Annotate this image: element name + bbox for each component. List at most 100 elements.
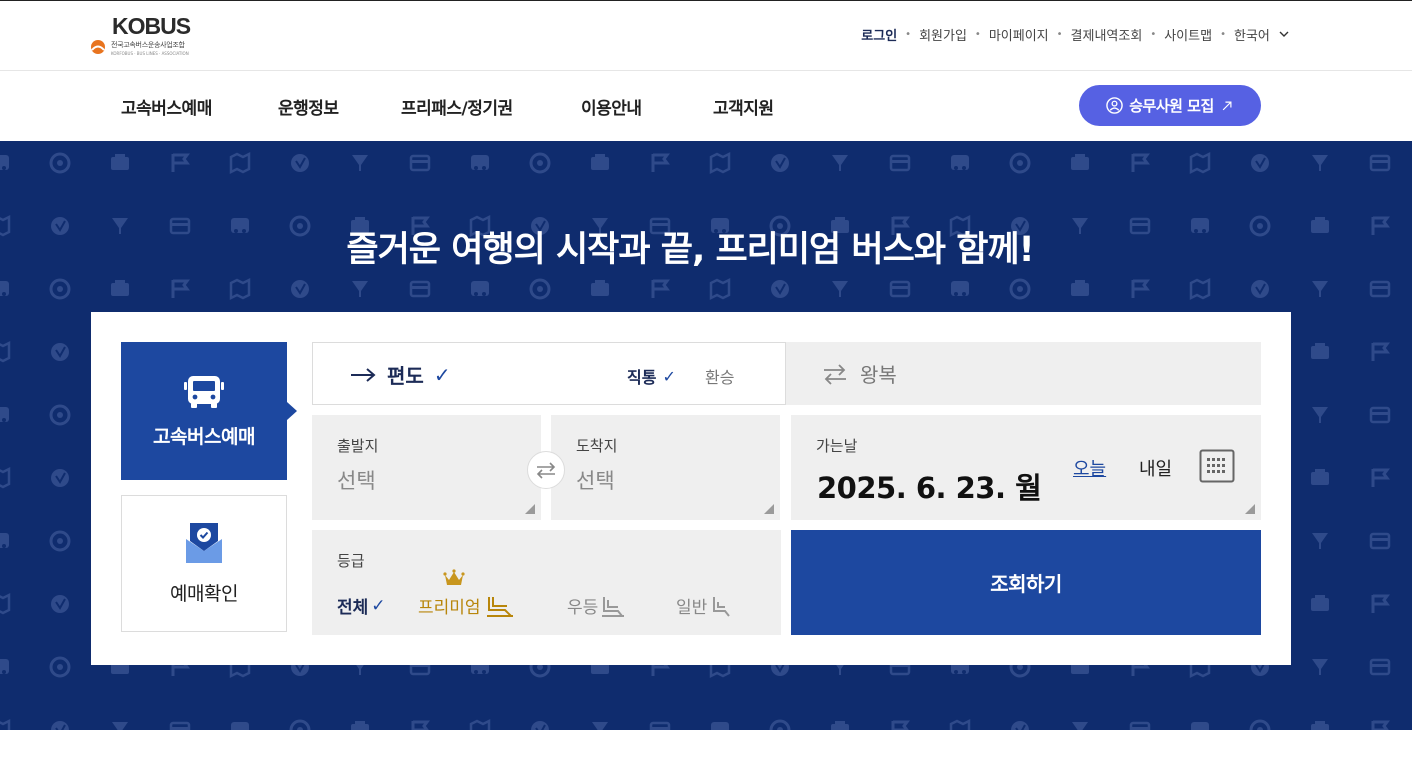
pattern-travel-icon: [352, 155, 368, 171]
pattern-travel-icon: [469, 718, 491, 730]
pattern-travel-icon: [1249, 719, 1271, 730]
grade-premium-option[interactable]: 프리미엄: [418, 593, 515, 618]
departure-field[interactable]: 출발지 선택: [312, 415, 541, 520]
pattern-travel-icon: [1369, 154, 1391, 172]
pattern-travel-icon: [1312, 533, 1328, 549]
pattern-travel-icon: [889, 154, 911, 172]
pattern-travel-icon: [49, 530, 71, 552]
pattern-travel-icon: [771, 154, 789, 172]
nav-item-service-info[interactable]: 운행정보: [278, 94, 339, 119]
checkmark-icon: ✓: [433, 362, 451, 387]
pattern-travel-icon: [591, 154, 609, 170]
grade-all-label: 전체: [337, 598, 369, 618]
language-select[interactable]: 한국어: [1234, 25, 1290, 44]
pattern-travel-icon: [0, 466, 11, 489]
pattern-travel-icon: [1131, 279, 1150, 298]
pattern-travel-icon: [1369, 406, 1391, 424]
pattern-travel-icon: [951, 281, 969, 296]
pattern-travel-icon: [0, 340, 11, 363]
nav-item-support[interactable]: 고객지원: [713, 94, 774, 119]
swap-locations-button[interactable]: [527, 451, 565, 489]
pattern-travel-icon: [711, 722, 729, 730]
logo-wordmark: KOBUS: [112, 13, 191, 40]
tomorrow-button[interactable]: 내일: [1139, 455, 1172, 481]
grade-normal-option[interactable]: 일반: [676, 593, 733, 618]
kobus-logo[interactable]: KOBUS 전국고속버스운송사업조합 KORFOBUS · BUS LINES …: [90, 13, 210, 59]
arrival-label: 도착지: [576, 437, 618, 455]
pattern-travel-icon: [0, 533, 9, 548]
pattern-travel-icon: [51, 595, 69, 613]
pattern-travel-icon: [889, 280, 911, 298]
departure-date-field[interactable]: 가는날 2025. 6. 23. 월 오늘 내일: [791, 415, 1261, 520]
pattern-travel-icon: [289, 719, 311, 730]
departure-value: 선택: [337, 469, 376, 493]
tab-booking-check-label: 예매확인: [170, 583, 238, 605]
pattern-travel-icon: [51, 721, 69, 730]
separator-dot: •: [1056, 29, 1063, 40]
pattern-travel-icon: [0, 592, 11, 615]
pattern-travel-icon: [1072, 722, 1088, 730]
grade-all-option[interactable]: 전체 ✓: [337, 593, 386, 619]
nav-item-express-booking[interactable]: 고속버스예매: [121, 94, 212, 119]
grade-normal-label: 일반: [676, 598, 708, 618]
pattern-travel-icon: [1312, 155, 1328, 171]
trip-roundtrip-option[interactable]: 왕복: [786, 342, 1261, 405]
separator-dot: •: [1220, 29, 1226, 40]
pattern-travel-icon: [1189, 277, 1211, 301]
login-link[interactable]: 로그인: [861, 25, 897, 44]
pattern-travel-icon: [529, 278, 551, 300]
pattern-travel-icon: [1009, 278, 1031, 300]
top-utility-bar: KOBUS 전국고속버스운송사업조합 KORFOBUS · BUS LINES …: [0, 0, 1412, 71]
pattern-travel-icon: [1312, 659, 1328, 675]
pattern-travel-icon: [769, 719, 791, 730]
corner-triangle-icon: [525, 504, 535, 514]
language-label: 한국어: [1233, 29, 1270, 44]
grade-field: 등급 전체 ✓ 프리미엄 우등 일반: [312, 530, 781, 635]
pattern-travel-icon: [1011, 721, 1029, 730]
oneway-label: 편도: [387, 364, 424, 388]
date-label: 가는날: [816, 437, 858, 455]
pattern-travel-icon: [1369, 658, 1391, 676]
corner-triangle-icon: [764, 504, 774, 514]
payment-history-link[interactable]: 결제내역조회: [1071, 25, 1143, 44]
pattern-travel-icon: [651, 153, 670, 172]
signup-link[interactable]: 회원가입: [919, 25, 967, 44]
pattern-travel-icon: [411, 720, 430, 730]
nav-item-freepass[interactable]: 프리패스/정기권: [401, 94, 513, 119]
swap-arrows-icon: [536, 462, 556, 479]
pattern-travel-icon: [1311, 595, 1329, 611]
nav-item-guide[interactable]: 이용안내: [581, 94, 642, 119]
pattern-travel-icon: [1371, 594, 1390, 613]
search-button[interactable]: 조회하기: [791, 530, 1261, 635]
tab-express-booking[interactable]: 고속버스예매: [121, 342, 297, 480]
pattern-travel-icon: [0, 281, 9, 296]
calendar-icon[interactable]: [1199, 449, 1235, 483]
departure-label: 출발지: [337, 437, 379, 455]
pattern-travel-icon: [0, 407, 9, 422]
arrival-field[interactable]: 도착지 선택: [551, 415, 780, 520]
tab-booking-check[interactable]: 예매확인: [121, 495, 287, 632]
direct-route-option[interactable]: 직통 ✓: [627, 364, 676, 388]
grade-deluxe-option[interactable]: 우등: [567, 593, 626, 618]
external-arrow-icon: [1222, 101, 1232, 110]
mypage-link[interactable]: 마이페이지: [989, 25, 1049, 44]
sitemap-link[interactable]: 사이트맵: [1164, 25, 1212, 44]
pattern-travel-icon: [169, 721, 191, 730]
pattern-travel-icon: [1311, 469, 1329, 485]
booking-panel: 고속버스예매 예매확인 편도 ✓ 직통 ✓ 환승 왕복 출발지 선택 도착지 선…: [91, 312, 1291, 665]
transfer-route-option[interactable]: 환승: [705, 364, 734, 388]
pattern-travel-icon: [531, 721, 549, 730]
recruit-button[interactable]: 승무사원 모집: [1079, 85, 1261, 126]
oneway-selector[interactable]: 편도 ✓: [349, 360, 451, 389]
trip-oneway-option[interactable]: 편도 ✓ 직통 ✓ 환승: [312, 342, 786, 405]
pattern-travel-icon: [171, 153, 190, 172]
pattern-travel-icon: [1312, 281, 1328, 297]
chevron-down-icon: [1279, 31, 1289, 37]
pattern-travel-icon: [1191, 722, 1209, 730]
pattern-travel-icon: [709, 151, 731, 175]
person-circle-icon: [1106, 97, 1123, 114]
pattern-travel-icon: [409, 280, 431, 298]
pattern-travel-icon: [832, 155, 848, 171]
pattern-travel-icon: [51, 469, 69, 487]
today-button[interactable]: 오늘: [1073, 455, 1106, 481]
